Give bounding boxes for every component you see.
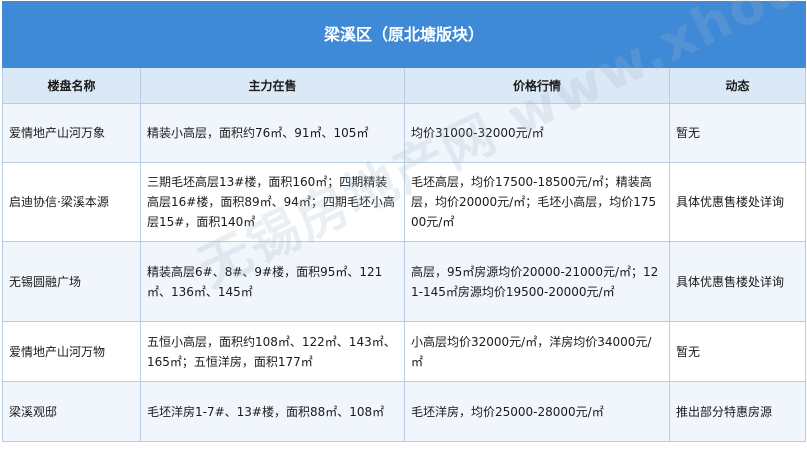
column-header-price: 价格行情 [404, 67, 670, 104]
table-title-row: 梁溪区（原北塘版块） [1, 1, 807, 68]
property-price: 毛坯洋房，均价25000-28000元/㎡ [404, 381, 670, 442]
table-row: 爱情地产山河万物 五恒小高层，面积约108㎡、122㎡、143㎡、165㎡；五恒… [2, 321, 807, 382]
property-status: 具体优惠售楼处详询 [668, 241, 807, 322]
property-name: 无锡圆融广场 [2, 241, 141, 322]
property-supply: 五恒小高层，面积约108㎡、122㎡、143㎡、165㎡；五恒洋房，面积177㎡ [140, 321, 405, 382]
property-supply: 三期毛坯高层13#楼，面积160㎡；四期精装高层16#楼，面积89㎡、94㎡；四… [140, 162, 405, 242]
table-row: 无锡圆融广场 精装高层6#、8#、9#楼，面积95㎡、121㎡、136㎡、145… [2, 241, 807, 322]
property-name: 启迪协信·梁溪本源 [2, 162, 141, 242]
property-name: 爱情地产山河万象 [2, 103, 141, 163]
column-header-supply: 主力在售 [140, 67, 405, 104]
property-name: 梁溪观邸 [2, 381, 141, 442]
property-price: 均价31000-32000元/㎡ [404, 103, 670, 163]
column-header-name: 楼盘名称 [2, 67, 141, 104]
property-name: 爱情地产山河万物 [2, 321, 141, 382]
property-price: 毛坯高层，均价17500-18500元/㎡；精装高层，均价20000元/㎡；毛坯… [404, 162, 670, 242]
property-table: 梁溪区（原北塘版块） 楼盘名称 主力在售 价格行情 动态 爱情地产山河万象 精装… [1, 1, 807, 442]
table-row: 爱情地产山河万象 精装小高层，面积约76㎡、91㎡、105㎡ 均价31000-3… [2, 103, 807, 163]
property-status: 推出部分特惠房源 [668, 381, 807, 442]
table-title: 梁溪区（原北塘版块） [1, 1, 807, 68]
page: 梁溪区（原北塘版块） 楼盘名称 主力在售 价格行情 动态 爱情地产山河万象 精装… [0, 0, 807, 450]
property-supply: 毛坯洋房1-7#、13#楼，面积88㎡、108㎡ [140, 381, 405, 442]
property-price: 高层，95㎡房源均价20000-21000元/㎡；121-145㎡房源均价195… [404, 241, 670, 322]
property-status: 暂无 [668, 321, 807, 382]
property-supply: 精装高层6#、8#、9#楼，面积95㎡、121㎡、136㎡、145㎡ [140, 241, 405, 322]
property-status: 暂无 [668, 103, 807, 163]
property-status: 具体优惠售楼处详询 [668, 162, 807, 242]
table-row: 梁溪观邸 毛坯洋房1-7#、13#楼，面积88㎡、108㎡ 毛坯洋房，均价250… [2, 381, 807, 442]
header-row: 楼盘名称 主力在售 价格行情 动态 [2, 67, 807, 104]
column-header-status: 动态 [668, 67, 807, 104]
property-supply: 精装小高层，面积约76㎡、91㎡、105㎡ [140, 103, 405, 163]
property-price: 小高层均价32000元/㎡，洋房均价34000元/㎡ [404, 321, 670, 382]
table-row: 启迪协信·梁溪本源 三期毛坯高层13#楼，面积160㎡；四期精装高层16#楼，面… [2, 162, 807, 242]
